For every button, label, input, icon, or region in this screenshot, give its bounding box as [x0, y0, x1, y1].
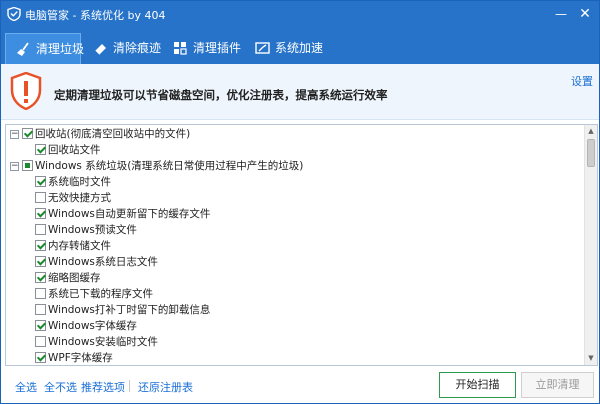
item-label: Windows系统日志文件 — [48, 256, 158, 268]
broom-icon — [17, 42, 29, 56]
group-checkbox[interactable] — [22, 160, 33, 171]
select-none-link[interactable]: 全不选 — [44, 379, 77, 395]
tree-item[interactable]: Windows系统日志文件 — [6, 254, 586, 270]
collapse-toggle[interactable]: − — [10, 130, 19, 139]
tab-label: 清理垃圾 — [36, 42, 85, 56]
tree-item[interactable]: Windows安装临时文件 — [6, 334, 586, 350]
collapse-toggle[interactable]: − — [10, 162, 19, 171]
item-checkbox[interactable] — [35, 192, 46, 203]
tree-group-recycle-bin[interactable]: − 回收站(彻底清空回收站中的文件) — [6, 126, 586, 142]
item-label: Windows安装临时文件 — [48, 336, 158, 348]
item-checkbox[interactable] — [35, 176, 46, 187]
pcmanager-logo-icon — [7, 7, 21, 21]
warning-shield-icon — [10, 72, 42, 110]
scroll-up-arrow-icon[interactable]: ▲ — [585, 125, 597, 138]
tree-item[interactable]: Windows打补丁时留下的卸载信息 — [6, 302, 586, 318]
item-checkbox[interactable] — [35, 272, 46, 283]
group-label: Windows 系统垃圾(清理系统日常使用过程中产生的垃圾) — [35, 160, 304, 172]
close-button[interactable]: ✕ — [575, 5, 595, 23]
item-checkbox[interactable] — [35, 208, 46, 219]
tab-clean-junk[interactable]: 清理垃圾 — [5, 33, 85, 64]
footer-divider — [129, 380, 130, 392]
tab-label: 清除痕迹 — [113, 41, 162, 55]
tree-item[interactable]: Windows字体缓存 — [6, 318, 586, 334]
item-checkbox[interactable] — [35, 224, 46, 235]
plugin-icon — [174, 42, 187, 55]
settings-link[interactable]: 设置 — [571, 73, 593, 89]
tab-label: 系统加速 — [275, 41, 324, 55]
item-label: 系统已下载的程序文件 — [48, 288, 153, 300]
tree-item[interactable]: 回收站文件 — [6, 142, 586, 158]
tab-bar: 清理垃圾 清除痕迹 清理插件 系统加速 — [1, 28, 599, 64]
item-label: WPF字体缓存 — [48, 352, 113, 364]
tab-system-speedup[interactable]: 系统加速 — [245, 33, 325, 64]
item-checkbox[interactable] — [35, 144, 46, 155]
tree-item[interactable]: WPF字体缓存 — [6, 350, 586, 365]
item-checkbox[interactable] — [35, 288, 46, 299]
tree-item[interactable]: 无效快捷方式 — [6, 190, 586, 206]
cleanup-tree: − 回收站(彻底清空回收站中的文件) 回收站文件 − Windows 系统垃圾(… — [5, 124, 598, 366]
item-label: Windows预读文件 — [48, 224, 137, 236]
item-label: Windows打补丁时留下的卸载信息 — [48, 304, 211, 316]
item-checkbox[interactable] — [35, 320, 46, 331]
item-label: Windows字体缓存 — [48, 320, 137, 332]
eraser-icon — [94, 44, 106, 56]
item-label: Windows自动更新留下的缓存文件 — [48, 208, 211, 220]
tab-clean-plugins[interactable]: 清理插件 — [163, 33, 243, 64]
tree-item[interactable]: 系统已下载的程序文件 — [6, 286, 586, 302]
tree-item[interactable]: 缩略图缓存 — [6, 270, 586, 286]
speedup-icon — [255, 42, 270, 54]
item-label: 系统临时文件 — [48, 176, 111, 188]
item-checkbox[interactable] — [35, 352, 46, 363]
clean-now-button: 立即清理 — [521, 372, 594, 398]
group-checkbox[interactable] — [22, 128, 33, 139]
tree-group-windows-junk[interactable]: − Windows 系统垃圾(清理系统日常使用过程中产生的垃圾) — [6, 158, 586, 174]
scroll-down-arrow-icon[interactable]: ▼ — [585, 352, 597, 365]
start-scan-button[interactable]: 开始扫描 — [439, 372, 516, 398]
info-banner: 定期清理垃圾可以节省磁盘空间，优化注册表，提高系统运行效率 设置 — [1, 64, 599, 120]
footer-bar: 全选 全不选 推荐选项 还原注册表 开始扫描 立即清理 — [1, 367, 599, 403]
title-bar: 电脑管家 - 系统优化 by 404 — ✕ — [1, 1, 599, 28]
scroll-thumb[interactable] — [587, 139, 595, 167]
recommended-link[interactable]: 推荐选项 — [81, 379, 125, 395]
minimize-button[interactable]: — — [551, 5, 571, 23]
item-label: 内存转储文件 — [48, 240, 111, 252]
select-all-link[interactable]: 全选 — [15, 379, 37, 395]
tab-clear-traces[interactable]: 清除痕迹 — [83, 33, 161, 64]
item-checkbox[interactable] — [35, 240, 46, 251]
restore-registry-link[interactable]: 还原注册表 — [138, 379, 193, 395]
tree-item[interactable]: 系统临时文件 — [6, 174, 586, 190]
group-label: 回收站(彻底清空回收站中的文件) — [35, 128, 191, 140]
item-label: 回收站文件 — [48, 144, 101, 156]
tree-item[interactable]: Windows预读文件 — [6, 222, 586, 238]
banner-message: 定期清理垃圾可以节省磁盘空间，优化注册表，提高系统运行效率 — [54, 88, 388, 102]
tree-item[interactable]: 内存转储文件 — [6, 238, 586, 254]
item-checkbox[interactable] — [35, 304, 46, 315]
item-label: 无效快捷方式 — [48, 192, 111, 204]
window-title: 电脑管家 - 系统优化 by 404 — [25, 9, 166, 22]
app-window: 电脑管家 - 系统优化 by 404 — ✕ 清理垃圾 清除痕迹 清理插件 系统… — [0, 0, 600, 404]
tab-label: 清理插件 — [193, 41, 242, 55]
item-checkbox[interactable] — [35, 336, 46, 347]
vertical-scrollbar[interactable]: ▲ ▼ — [584, 125, 597, 365]
tree-item[interactable]: Windows自动更新留下的缓存文件 — [6, 206, 586, 222]
item-checkbox[interactable] — [35, 256, 46, 267]
item-label: 缩略图缓存 — [48, 272, 101, 284]
